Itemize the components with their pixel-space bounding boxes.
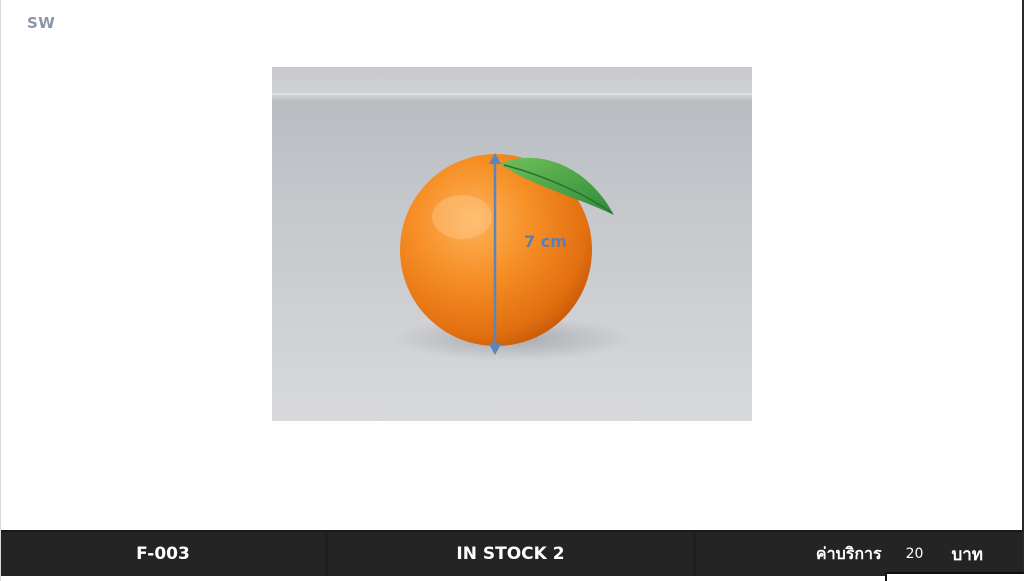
corner-box	[885, 572, 1024, 581]
brand-logo: SW	[27, 14, 56, 32]
product-code: F-003	[1, 532, 325, 576]
bottom-strip	[1, 576, 885, 581]
product-page: SW 7 cm F-003 IN STOCK 2 ค่าบริการ 20 บา…	[0, 0, 1024, 581]
fee-label: ค่าบริการ	[815, 543, 882, 563]
orange-illustration: 7 cm	[272, 67, 752, 421]
measure-label: 7 cm	[524, 232, 567, 251]
fee-unit: บาท	[951, 544, 983, 565]
info-bar: F-003 IN STOCK 2 ค่าบริการ 20 บาท	[1, 530, 1023, 578]
service-fee: ค่าบริการ 20 บาท	[696, 532, 1023, 576]
stock-status: IN STOCK 2	[328, 532, 693, 576]
product-photo: 7 cm	[272, 67, 752, 421]
fee-value: 20	[905, 546, 924, 562]
